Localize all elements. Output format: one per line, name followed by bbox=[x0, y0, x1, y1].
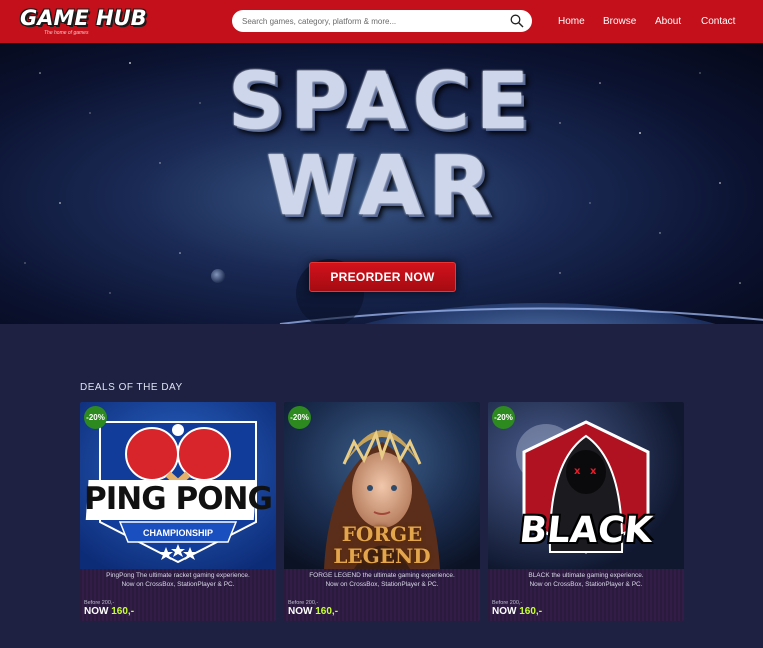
cover-title-pingpong: PING PONG bbox=[84, 481, 273, 517]
price-value: 160,- bbox=[315, 606, 339, 617]
discount-badge: -20% bbox=[84, 406, 107, 429]
nav-about[interactable]: About bbox=[655, 16, 681, 27]
cover-title-forge: FORGE bbox=[341, 522, 423, 546]
nav-home[interactable]: Home bbox=[558, 16, 585, 27]
nav-browse[interactable]: Browse bbox=[603, 16, 636, 27]
search-icon[interactable] bbox=[510, 14, 524, 28]
card-description-line2: Now on CrossBox, StationPlayer & PC. bbox=[529, 580, 643, 588]
nav-contact[interactable]: Contact bbox=[701, 16, 735, 27]
svg-text:x: x bbox=[574, 466, 581, 477]
deal-card-forge-legend[interactable]: FORGE LEGEND -20% FORGE LEGEND the ultim… bbox=[284, 402, 480, 621]
current-price: NOW 160,- bbox=[492, 606, 542, 617]
logo-tagline: The home of games bbox=[44, 30, 89, 36]
hero-banner: SPACE WAR PREORDER NOW bbox=[0, 43, 763, 324]
now-label: NOW bbox=[288, 606, 313, 617]
search-bar bbox=[232, 10, 532, 32]
card-description: BLACK the ultimate gaming experience. No… bbox=[494, 572, 678, 589]
price-value: 160,- bbox=[111, 606, 135, 617]
deal-card-pingpong[interactable]: PING PONG CHAMPIONSHIP -20% PingPong The… bbox=[80, 402, 276, 621]
card-description-line2: Now on CrossBox, StationPlayer & PC. bbox=[121, 580, 235, 588]
deals-heading: DEALS OF THE DAY bbox=[80, 382, 183, 393]
card-description: PingPong The ultimate racket gaming expe… bbox=[86, 572, 270, 589]
card-info: BLACK the ultimate gaming experience. No… bbox=[488, 569, 684, 621]
card-description-line1: PingPong The ultimate racket gaming expe… bbox=[106, 572, 250, 579]
cover-subtitle-pingpong: CHAMPIONSHIP bbox=[142, 528, 213, 538]
site-header: GAME HUB The home of games Home Browse A… bbox=[0, 0, 763, 43]
preorder-button[interactable]: PREORDER NOW bbox=[309, 262, 456, 292]
now-label: NOW bbox=[84, 606, 109, 617]
discount-badge: -20% bbox=[288, 406, 311, 429]
current-price: NOW 160,- bbox=[84, 606, 134, 617]
deal-card-black[interactable]: x x BLACK -20% BLACK the ultimate gaming… bbox=[488, 402, 684, 621]
search-input[interactable] bbox=[242, 10, 502, 32]
hero-title-line2: WAR bbox=[265, 139, 498, 234]
discount-badge: -20% bbox=[492, 406, 515, 429]
logo[interactable]: GAME HUB The home of games bbox=[20, 6, 147, 38]
card-info: FORGE LEGEND the ultimate gaming experie… bbox=[284, 569, 480, 621]
logo-title: GAME HUB bbox=[20, 6, 147, 30]
card-description-line1: FORGE LEGEND the ultimate gaming experie… bbox=[309, 572, 455, 579]
current-price: NOW 160,- bbox=[288, 606, 338, 617]
cover-title-black: BLACK bbox=[517, 510, 655, 551]
card-description: FORGE LEGEND the ultimate gaming experie… bbox=[290, 572, 474, 589]
card-description-line1: BLACK the ultimate gaming experience. bbox=[528, 572, 644, 579]
svg-text:x: x bbox=[590, 466, 597, 477]
cover-title-legend: LEGEND bbox=[333, 544, 431, 568]
now-label: NOW bbox=[492, 606, 517, 617]
card-info: PingPong The ultimate racket gaming expe… bbox=[80, 569, 276, 621]
card-description-line2: Now on CrossBox, StationPlayer & PC. bbox=[325, 580, 439, 588]
game-cover-black[interactable]: x x BLACK bbox=[488, 402, 684, 569]
hero-title-line1: SPACE bbox=[227, 57, 536, 147]
game-cover-forge-legend[interactable]: FORGE LEGEND bbox=[284, 402, 480, 569]
game-cover-pingpong[interactable]: PING PONG CHAMPIONSHIP bbox=[80, 402, 276, 569]
price-value: 160,- bbox=[519, 606, 543, 617]
